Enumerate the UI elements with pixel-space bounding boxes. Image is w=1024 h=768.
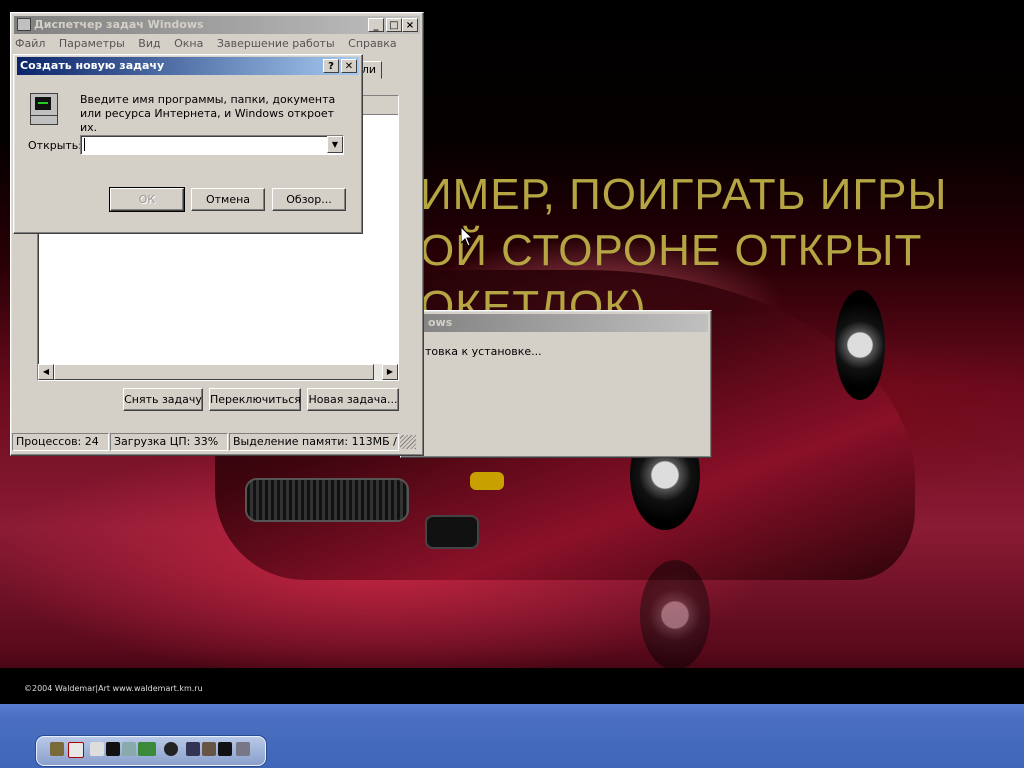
wallpaper-credit: ©2004 Waldemar|Art www.waldemart.km.ru (24, 684, 203, 693)
menu-shutdown[interactable]: Завершение работы (217, 37, 335, 50)
text-caret (84, 138, 85, 151)
scroll-left-button[interactable]: ◀ (38, 364, 54, 380)
maximize-button[interactable]: □ (386, 18, 402, 32)
mouse-cursor-icon (461, 227, 473, 247)
scroll-thumb[interactable] (54, 364, 374, 380)
quicklaunch-tool-icon[interactable] (122, 742, 136, 756)
installer-title-bar[interactable]: ows (404, 314, 708, 332)
menu-windows[interactable]: Окна (174, 37, 203, 50)
installer-window[interactable]: ows товка к установке... (400, 310, 712, 458)
cancel-button[interactable]: Отмена (191, 188, 265, 211)
horizontal-scrollbar[interactable]: ◀ ▶ (38, 364, 398, 380)
quicklaunch-media-icon[interactable] (138, 742, 156, 756)
quicklaunch-app-icon[interactable] (218, 742, 232, 756)
resize-grip[interactable] (400, 435, 416, 449)
wallpaper-car-reflection (640, 560, 710, 670)
quicklaunch-save-icon[interactable] (186, 742, 200, 756)
quicklaunch-calendar-icon[interactable] (68, 742, 84, 758)
status-cpu: Загрузка ЦП: 33% (110, 433, 228, 451)
quicklaunch-settings-icon[interactable] (236, 742, 250, 756)
menu-file[interactable]: Файл (15, 37, 45, 50)
run-dialog-title-bar[interactable]: Создать новую задачу ? ✕ (17, 57, 359, 75)
installer-title: ows (428, 316, 453, 329)
new-task-button[interactable]: Новая задача... (307, 388, 399, 411)
browse-button[interactable]: Обзор... (272, 188, 346, 211)
menu-options[interactable]: Параметры (59, 37, 125, 50)
run-dialog-title: Создать новую задачу (20, 59, 165, 72)
quicklaunch-console-icon[interactable] (106, 742, 120, 756)
wallpaper-car-light (470, 472, 504, 490)
run-dialog[interactable]: Создать новую задачу ? ✕ Введите имя про… (13, 54, 363, 234)
help-button[interactable]: ? (323, 59, 339, 73)
overlay-text-line-2: ОЙ СТОРОНЕ ОТКРЫТ (420, 226, 923, 275)
tab-applications-label: ли (361, 63, 377, 76)
wallpaper-car-wheel (835, 290, 885, 400)
open-label: Открыть: (28, 139, 82, 152)
computer-icon (30, 93, 58, 117)
task-manager-title: Диспетчер задач Windows (34, 18, 204, 31)
task-manager-title-bar[interactable]: Диспетчер задач Windows _ □ × (14, 16, 420, 34)
scroll-right-button[interactable]: ▶ (382, 364, 398, 380)
ok-button[interactable]: ОК (109, 187, 185, 212)
end-task-button[interactable]: Снять задачу (123, 388, 203, 411)
task-manager-app-icon (17, 18, 31, 31)
status-memory: Выделение памяти: 113МБ / 6 (229, 433, 399, 451)
computer-icon-base (30, 115, 58, 125)
menu-view[interactable]: Вид (138, 37, 160, 50)
minimize-button[interactable]: _ (368, 18, 384, 32)
overlay-text-line-1: ИМЕР, ПОИГРАТЬ ИГРЫ (420, 170, 948, 219)
dropdown-arrow-icon[interactable]: ▼ (327, 136, 343, 153)
quicklaunch-folder-icon[interactable] (50, 742, 64, 756)
dialog-close-button[interactable]: ✕ (341, 59, 357, 73)
quicklaunch-document-icon[interactable] (90, 742, 104, 756)
switch-to-button[interactable]: Переключиться (209, 388, 301, 411)
quicklaunch-printer-icon[interactable] (202, 742, 216, 756)
wallpaper-car-grille (245, 478, 409, 522)
run-dialog-description: Введите имя программы, папки, документа … (80, 93, 336, 134)
installer-message: товка к установке... (425, 345, 542, 358)
status-processes: Процессов: 24 (12, 433, 109, 451)
close-button[interactable]: × (402, 18, 418, 32)
quicklaunch-disc-icon[interactable] (164, 742, 178, 756)
menu-help[interactable]: Справка (348, 37, 396, 50)
task-manager-menu-bar: Файл Параметры Вид Окна Завершение работ… (15, 37, 407, 55)
wallpaper-car-intake (425, 515, 479, 549)
open-combobox[interactable]: ▼ (80, 135, 344, 155)
